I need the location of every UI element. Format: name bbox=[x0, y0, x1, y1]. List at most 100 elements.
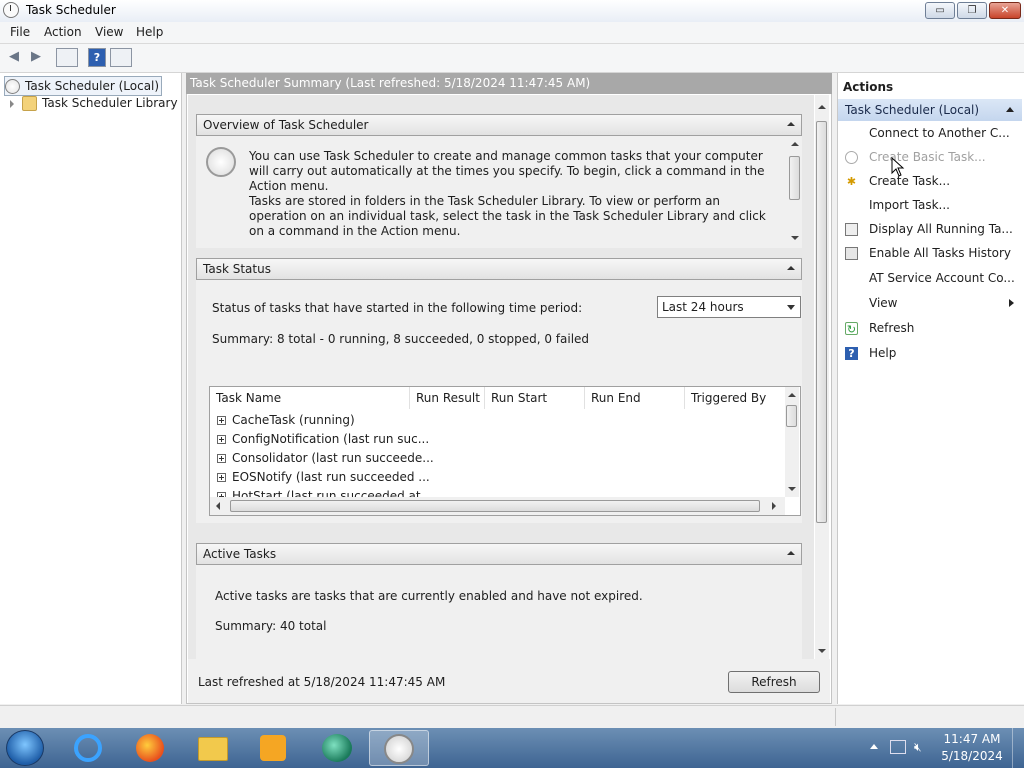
action-refresh[interactable]: Refresh bbox=[869, 319, 914, 337]
action-at-service-account-configuration[interactable]: AT Service Account Co... bbox=[869, 269, 1015, 287]
menu-view[interactable]: View bbox=[95, 25, 123, 39]
taskbar-internet-explorer[interactable] bbox=[62, 730, 116, 766]
table-horizontal-scrollbar[interactable] bbox=[210, 497, 785, 515]
expand-plus-icon[interactable] bbox=[217, 435, 226, 444]
action-enable-all-tasks-history[interactable]: Enable All Tasks History bbox=[869, 244, 1011, 262]
task-name: CacheTask (running) bbox=[232, 413, 355, 427]
volume-muted-icon[interactable]: 🔇︎ bbox=[914, 740, 932, 756]
tree-item-label: Task Scheduler Library bbox=[42, 96, 178, 110]
taskbar-firefox[interactable] bbox=[124, 730, 178, 766]
table-row[interactable]: ConfigNotification (last run suc... bbox=[210, 430, 429, 449]
expand-plus-icon[interactable] bbox=[217, 416, 226, 425]
collapse-icon[interactable] bbox=[787, 266, 795, 270]
last-refreshed-text: Last refreshed at 5/18/2024 11:47:45 AM bbox=[198, 675, 446, 689]
collapse-icon[interactable] bbox=[787, 551, 795, 555]
column-header-task-name[interactable]: Task Name bbox=[210, 387, 410, 409]
start-button[interactable] bbox=[6, 730, 44, 766]
taskbar-explorer[interactable] bbox=[186, 730, 240, 766]
table-vertical-scrollbar[interactable] bbox=[785, 387, 799, 497]
overview-scrollbar[interactable] bbox=[788, 136, 802, 248]
scroll-thumb[interactable] bbox=[816, 121, 827, 523]
overview-paragraph-2: Tasks are stored in folders in the Task … bbox=[249, 194, 766, 238]
status-divider bbox=[835, 708, 836, 726]
clock-icon bbox=[206, 147, 236, 177]
active-tasks-section-header[interactable]: Active Tasks bbox=[196, 543, 802, 565]
back-arrow-icon[interactable]: ◀ bbox=[4, 48, 24, 67]
status-bar bbox=[0, 705, 1024, 729]
chevron-right-icon[interactable] bbox=[1009, 299, 1014, 307]
column-header-triggered-by[interactable]: Triggered By bbox=[685, 387, 785, 409]
bottom-bar: Last refreshed at 5/18/2024 11:47:45 AM … bbox=[188, 659, 830, 703]
network-icon[interactable] bbox=[890, 740, 906, 754]
expand-plus-icon[interactable] bbox=[217, 473, 226, 482]
menu-help[interactable]: Help bbox=[136, 25, 163, 39]
tray-date[interactable]: 5/18/2024 bbox=[940, 749, 1004, 763]
collapse-icon[interactable] bbox=[787, 122, 795, 126]
show-hidden-icons-icon[interactable] bbox=[870, 744, 878, 749]
scroll-up-icon[interactable] bbox=[791, 142, 799, 146]
app-icon bbox=[322, 734, 352, 762]
action-help[interactable]: Help bbox=[869, 344, 896, 362]
forward-arrow-icon[interactable]: ▶ bbox=[26, 48, 46, 67]
active-tasks-title: Active Tasks bbox=[203, 547, 277, 561]
expand-arrow-icon[interactable] bbox=[10, 99, 14, 108]
actions-section-header[interactable]: Task Scheduler (Local) bbox=[838, 99, 1022, 121]
action-connect-to-another-computer[interactable]: Connect to Another C... bbox=[869, 124, 1010, 142]
maximize-button[interactable]: ❐ bbox=[957, 2, 987, 19]
time-period-dropdown[interactable]: Last 24 hours bbox=[657, 296, 801, 318]
active-tasks-description: Active tasks are tasks that are currentl… bbox=[215, 589, 643, 603]
tree-item-task-scheduler-local[interactable]: Task Scheduler (Local) bbox=[4, 76, 163, 96]
scroll-thumb[interactable] bbox=[789, 156, 800, 200]
menu-action[interactable]: Action bbox=[44, 25, 82, 39]
expand-plus-icon[interactable] bbox=[217, 454, 226, 463]
scroll-left-icon[interactable] bbox=[216, 502, 220, 510]
table-row[interactable]: HotStart (last run succeeded at... bbox=[210, 487, 432, 497]
scroll-down-icon[interactable] bbox=[818, 649, 826, 653]
task-status-section-header[interactable]: Task Status bbox=[196, 258, 802, 280]
action-create-basic-task[interactable]: Create Basic Task... bbox=[869, 148, 986, 166]
menu-file[interactable]: File bbox=[10, 25, 30, 39]
scroll-right-icon[interactable] bbox=[772, 502, 776, 510]
refresh-button[interactable]: Refresh bbox=[728, 671, 820, 693]
window-title: Task Scheduler bbox=[26, 3, 116, 17]
taskbar-task-scheduler[interactable] bbox=[369, 730, 429, 766]
table-row[interactable]: Consolidator (last run succeede... bbox=[210, 449, 434, 468]
collapse-icon[interactable] bbox=[1006, 107, 1014, 112]
action-import-task[interactable]: Import Task... bbox=[869, 196, 950, 214]
summary-header: Task Scheduler Summary (Last refreshed: … bbox=[186, 73, 832, 94]
scroll-down-icon[interactable] bbox=[788, 487, 796, 491]
show-hide-action-pane-icon[interactable] bbox=[110, 48, 132, 67]
table-row[interactable]: EOSNotify (last run succeeded ... bbox=[210, 468, 430, 487]
help-icon[interactable]: ? bbox=[88, 48, 106, 67]
scroll-up-icon[interactable] bbox=[788, 393, 796, 397]
scroll-thumb[interactable] bbox=[786, 405, 797, 427]
chevron-down-icon[interactable] bbox=[787, 305, 795, 310]
task-status-title: Task Status bbox=[203, 262, 271, 276]
action-display-all-running-tasks[interactable]: Display All Running Ta... bbox=[869, 220, 1013, 238]
table-row[interactable]: CacheTask (running) bbox=[210, 411, 355, 430]
scroll-down-icon[interactable] bbox=[791, 236, 799, 240]
show-hide-console-tree-icon[interactable] bbox=[56, 48, 78, 67]
taskbar-app[interactable] bbox=[310, 730, 364, 766]
tray-time[interactable]: 11:47 AM bbox=[940, 732, 1004, 746]
summary-scrollbar[interactable] bbox=[815, 95, 829, 659]
taskbar-media-player[interactable] bbox=[246, 730, 300, 766]
running-tasks-icon bbox=[845, 223, 858, 236]
action-create-task[interactable]: Create Task... bbox=[869, 172, 950, 190]
scroll-thumb[interactable] bbox=[230, 500, 760, 512]
firefox-icon bbox=[136, 734, 164, 762]
minimize-button[interactable]: ▭ bbox=[925, 2, 955, 19]
task-name: EOSNotify (last run succeeded ... bbox=[232, 470, 430, 484]
show-desktop-button[interactable] bbox=[1012, 728, 1024, 768]
tree-item-task-scheduler-library[interactable]: Task Scheduler Library bbox=[10, 94, 178, 112]
overview-section-header[interactable]: Overview of Task Scheduler bbox=[196, 114, 802, 136]
column-header-run-end[interactable]: Run End bbox=[585, 387, 685, 409]
create-task-icon: ✱ bbox=[846, 175, 857, 188]
actions-pane bbox=[837, 73, 1024, 704]
column-header-run-start[interactable]: Run Start bbox=[485, 387, 585, 409]
summary-content: Overview of Task Scheduler You can use T… bbox=[188, 95, 814, 659]
action-view[interactable]: View bbox=[869, 294, 897, 312]
column-header-run-result[interactable]: Run Result bbox=[410, 387, 485, 409]
close-button[interactable]: ✕ bbox=[989, 2, 1021, 19]
scroll-up-icon[interactable] bbox=[818, 105, 826, 109]
